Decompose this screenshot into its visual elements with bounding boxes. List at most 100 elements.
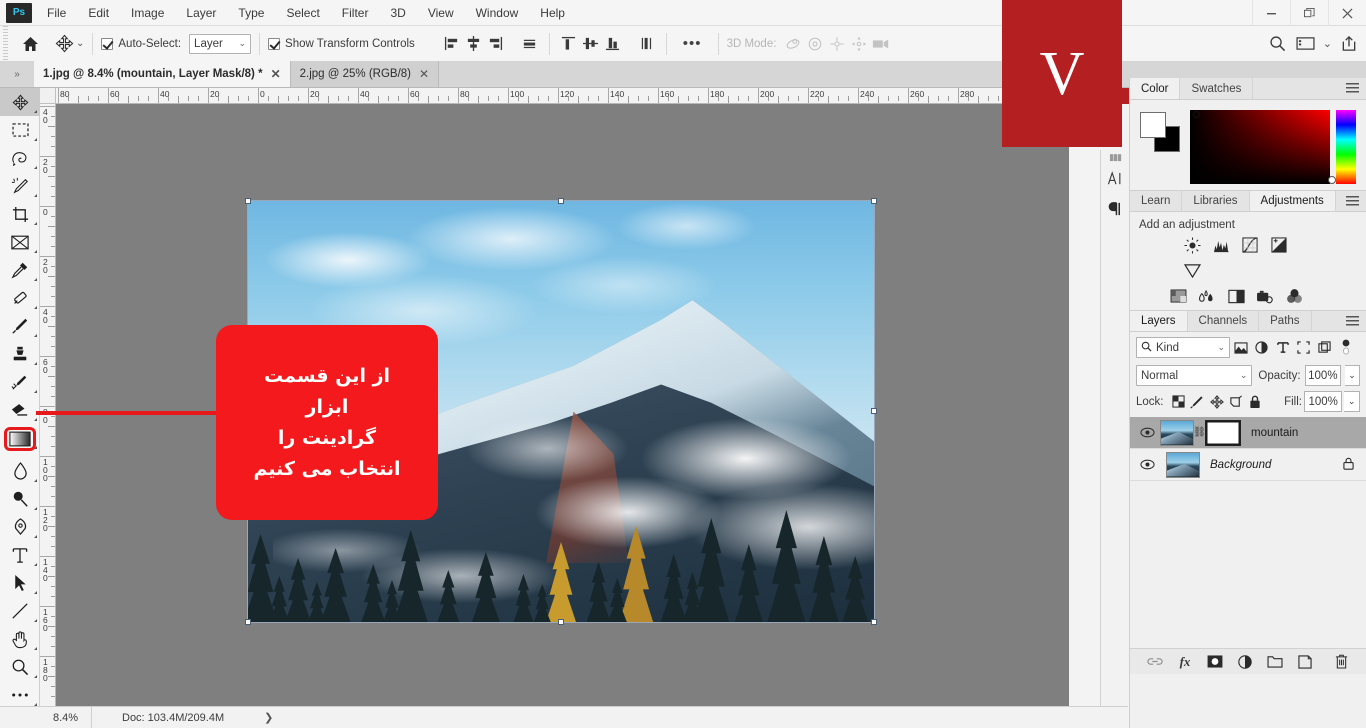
shape-filter-icon[interactable] bbox=[1293, 337, 1314, 358]
document-tab-1[interactable]: 1.jpg @ 8.4% (mountain, Layer Mask/8) * ✕ bbox=[34, 61, 291, 87]
eraser-tool[interactable] bbox=[0, 396, 40, 424]
healing-brush-tool[interactable] bbox=[0, 284, 40, 312]
rectangular-marquee-tool[interactable] bbox=[0, 116, 40, 144]
close-icon[interactable]: ✕ bbox=[271, 67, 281, 81]
type-tool[interactable] bbox=[0, 541, 40, 569]
brightness-contrast-icon[interactable] bbox=[1182, 235, 1202, 255]
distribute-horizontal-icon[interactable] bbox=[519, 32, 541, 56]
new-layer-icon[interactable] bbox=[1297, 653, 1314, 670]
share-icon[interactable] bbox=[1338, 32, 1360, 56]
curves-icon[interactable] bbox=[1240, 235, 1260, 255]
status-bar-menu-arrow[interactable]: ❯ bbox=[224, 711, 273, 724]
menu-select[interactable]: Select bbox=[275, 0, 330, 26]
type-filter-icon[interactable] bbox=[1272, 337, 1293, 358]
lasso-tool[interactable] bbox=[0, 144, 40, 172]
new-adjustment-layer-icon[interactable] bbox=[1237, 653, 1254, 670]
transform-handle-bc[interactable] bbox=[558, 619, 564, 625]
active-tool-indicator[interactable]: ⌄ bbox=[55, 34, 84, 53]
crop-tool[interactable] bbox=[0, 200, 40, 228]
transform-handle-br[interactable] bbox=[871, 619, 877, 625]
transform-handle-tl[interactable] bbox=[245, 198, 251, 204]
black-white-icon[interactable] bbox=[1226, 286, 1246, 306]
levels-icon[interactable] bbox=[1211, 235, 1231, 255]
magic-wand-tool[interactable] bbox=[0, 172, 40, 200]
paragraph-panel-icon[interactable] bbox=[1101, 194, 1130, 224]
color-balance-icon[interactable] bbox=[1197, 286, 1217, 306]
pen-tool[interactable] bbox=[0, 513, 40, 541]
tab-layers[interactable]: Layers bbox=[1130, 311, 1188, 331]
color-panel-foreground-swatch[interactable] bbox=[1140, 112, 1166, 138]
dodge-tool[interactable] bbox=[0, 485, 40, 513]
vertical-ruler[interactable]: 4020020406080100120140160180200 bbox=[40, 104, 56, 706]
close-icon[interactable]: ✕ bbox=[419, 67, 429, 81]
tab-bar-grip[interactable]: » bbox=[0, 61, 34, 87]
layer-name[interactable]: mountain bbox=[1241, 427, 1366, 439]
lock-image-pixels-icon[interactable] bbox=[1189, 392, 1206, 411]
distribute-vertical-icon[interactable] bbox=[636, 32, 658, 56]
lock-artboard-icon[interactable] bbox=[1227, 392, 1244, 411]
transform-handle-tc[interactable] bbox=[558, 198, 564, 204]
transform-handle-tr[interactable] bbox=[871, 198, 877, 204]
transform-handle-mr[interactable] bbox=[871, 408, 877, 414]
align-horizontal-center-icon[interactable] bbox=[463, 32, 485, 56]
adjustment-filter-icon[interactable] bbox=[1251, 337, 1272, 358]
opacity-slider-toggle[interactable]: ⌄ bbox=[1345, 365, 1360, 386]
photo-filter-icon[interactable] bbox=[1255, 286, 1275, 306]
hand-tool[interactable] bbox=[0, 625, 40, 653]
panel-menu-icon[interactable] bbox=[1346, 83, 1359, 94]
tab-learn[interactable]: Learn bbox=[1130, 191, 1183, 211]
menu-3d[interactable]: 3D bbox=[379, 0, 416, 26]
menu-edit[interactable]: Edit bbox=[77, 0, 120, 26]
layer-visibility-toggle[interactable] bbox=[1134, 427, 1160, 438]
layer-visibility-toggle[interactable] bbox=[1134, 459, 1160, 470]
line-shape-tool[interactable] bbox=[0, 597, 40, 625]
edit-toolbar-tool[interactable] bbox=[0, 681, 40, 709]
tab-swatches[interactable]: Swatches bbox=[1180, 78, 1254, 99]
roll-3d-icon[interactable] bbox=[804, 32, 826, 56]
workspace-icon[interactable] bbox=[1295, 32, 1317, 56]
menu-help[interactable]: Help bbox=[529, 0, 576, 26]
show-transform-controls-checkbox[interactable] bbox=[268, 37, 281, 50]
align-bottom-icon[interactable] bbox=[602, 32, 624, 56]
brush-tool[interactable] bbox=[0, 312, 40, 340]
canvas-area[interactable] bbox=[56, 104, 1069, 706]
menu-filter[interactable]: Filter bbox=[331, 0, 380, 26]
history-brush-tool[interactable] bbox=[0, 368, 40, 396]
menu-window[interactable]: Window bbox=[465, 0, 530, 26]
panel-menu-icon[interactable] bbox=[1346, 196, 1359, 207]
link-layers-icon[interactable] bbox=[1147, 653, 1164, 670]
menu-file[interactable]: File bbox=[36, 0, 77, 26]
opacity-value[interactable]: 100% bbox=[1304, 365, 1342, 386]
orbit-3d-icon[interactable] bbox=[782, 32, 804, 56]
tab-color[interactable]: Color bbox=[1130, 78, 1181, 99]
pan-3d-icon[interactable] bbox=[826, 32, 848, 56]
menu-view[interactable]: View bbox=[417, 0, 465, 26]
auto-select-scope-dropdown[interactable]: Layer ⌄ bbox=[189, 33, 252, 54]
layer-mask-thumbnail[interactable] bbox=[1205, 419, 1241, 446]
lock-position-icon[interactable] bbox=[1208, 392, 1225, 411]
auto-select-checkbox[interactable] bbox=[101, 37, 114, 50]
color-field-picker[interactable] bbox=[1193, 111, 1200, 118]
layer-fx-icon[interactable]: fx bbox=[1177, 653, 1194, 670]
filter-toggle-icon[interactable] bbox=[1335, 337, 1356, 358]
smart-object-filter-icon[interactable] bbox=[1314, 337, 1335, 358]
hue-saturation-icon[interactable] bbox=[1168, 286, 1188, 306]
layer-mask-link-icon[interactable]: ⛓ bbox=[1193, 427, 1206, 438]
tab-channels[interactable]: Channels bbox=[1188, 311, 1260, 331]
tab-libraries[interactable]: Libraries bbox=[1182, 191, 1250, 211]
channel-mixer-icon[interactable] bbox=[1284, 286, 1304, 306]
color-field[interactable] bbox=[1190, 110, 1330, 184]
table-row[interactable]: ⛓ mountain bbox=[1130, 417, 1366, 449]
hue-slider[interactable] bbox=[1336, 110, 1356, 184]
more-options-button[interactable]: ••• bbox=[675, 35, 710, 52]
fill-slider-toggle[interactable]: ⌄ bbox=[1344, 391, 1360, 412]
tab-adjustments[interactable]: Adjustments bbox=[1249, 191, 1336, 211]
search-icon[interactable] bbox=[1267, 32, 1289, 56]
move-tool[interactable] bbox=[0, 88, 40, 116]
character-panel-icon[interactable] bbox=[1101, 164, 1130, 194]
align-top-icon[interactable] bbox=[558, 32, 580, 56]
rail-grip[interactable]: ▮▮▮ bbox=[1101, 150, 1129, 164]
eyedropper-tool[interactable] bbox=[0, 256, 40, 284]
transform-handle-bl[interactable] bbox=[245, 619, 251, 625]
path-selection-tool[interactable] bbox=[0, 569, 40, 597]
